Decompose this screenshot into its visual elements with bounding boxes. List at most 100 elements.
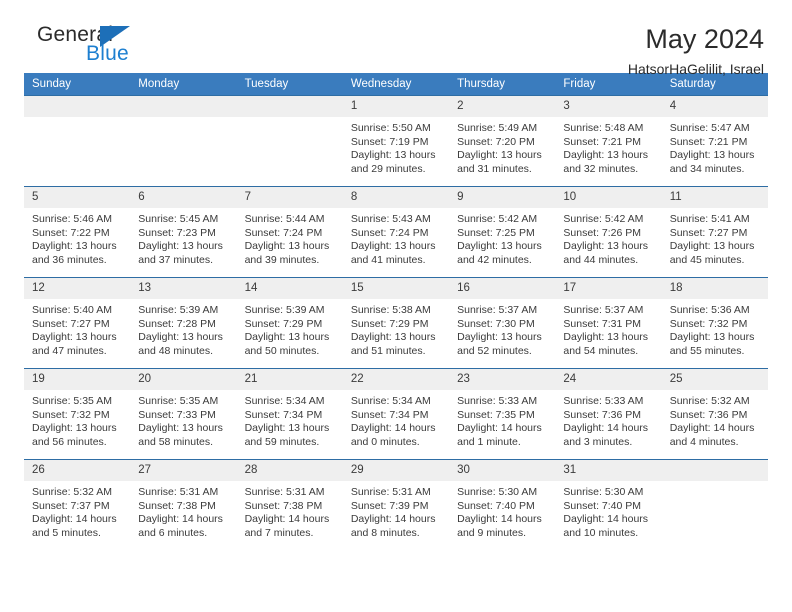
daylight-text: Daylight: 14 hours and 1 minute. [457, 422, 542, 448]
calendar-day-cell[interactable]: 30 Sunrise: 5:30 AM Sunset: 7:40 PM Dayligh… [449, 459, 556, 551]
calendar-day-cell[interactable]: 11 Sunrise: 5:41 AM Sunset: 7:27 PM Dayligh… [661, 186, 768, 278]
calendar-day-cell[interactable]: 17 Sunrise: 5:37 AM Sunset: 7:31 PM Dayligh… [555, 277, 662, 369]
daylight-text: Daylight: 14 hours and 0 minutes. [350, 422, 436, 448]
day-number: 5 [24, 187, 131, 208]
day-details: Sunrise: 5:34 AM Sunset: 7:34 PM Daylight:… [237, 390, 343, 449]
calendar-day-cell-empty [236, 95, 343, 187]
title-block: May 2024 HatsorHaGelilit, Israel [628, 23, 768, 79]
general-blue-logo[interactable]: General Blue [24, 23, 144, 67]
sunset-text: Sunset: 7:19 PM [350, 135, 429, 148]
day-number: 27 [130, 460, 237, 481]
calendar-day-cell[interactable]: 2 Sunrise: 5:49 AM Sunset: 7:20 PM Daylight… [449, 95, 556, 187]
day-number [661, 460, 768, 481]
day-number: 17 [555, 278, 662, 299]
sunrise-text: Sunrise: 5:42 AM [457, 213, 538, 225]
calendar-day-cell[interactable]: 29 Sunrise: 5:31 AM Sunset: 7:39 PM Dayligh… [342, 459, 450, 551]
calendar-day-cell[interactable]: 1 Sunrise: 5:50 AM Sunset: 7:19 PM Daylight… [342, 95, 450, 187]
day-details: Sunrise: 5:50 AM Sunset: 7:19 PM Daylight:… [343, 117, 449, 176]
sunset-text: Sunset: 7:34 PM [350, 408, 429, 421]
calendar-day-cell[interactable]: 10 Sunrise: 5:42 AM Sunset: 7:26 PM Dayligh… [555, 186, 662, 278]
calendar-day-cell[interactable]: 25 Sunrise: 5:32 AM Sunset: 7:36 PM Dayligh… [661, 368, 768, 460]
sunset-text: Sunset: 7:38 PM [138, 499, 216, 512]
sunset-text: Sunset: 7:21 PM [669, 135, 748, 148]
day-details: Sunrise: 5:31 AM Sunset: 7:39 PM Daylight:… [343, 481, 449, 540]
daylight-text: Daylight: 13 hours and 42 minutes. [457, 240, 542, 266]
calendar-week-row: 12 Sunrise: 5:40 AM Sunset: 7:27 PM Dayligh… [24, 277, 768, 369]
sunset-text: Sunset: 7:33 PM [138, 408, 216, 421]
calendar-day-cell[interactable]: 28 Sunrise: 5:31 AM Sunset: 7:38 PM Dayligh… [236, 459, 343, 551]
sunrise-text: Sunrise: 5:43 AM [350, 213, 431, 225]
sunrise-text: Sunrise: 5:33 AM [563, 395, 644, 407]
calendar-day-cell[interactable]: 23 Sunrise: 5:33 AM Sunset: 7:35 PM Dayligh… [449, 368, 556, 460]
sunset-text: Sunset: 7:24 PM [350, 226, 429, 239]
daylight-text: Daylight: 13 hours and 39 minutes. [244, 240, 330, 266]
calendar-day-cell[interactable]: 5 Sunrise: 5:46 AM Sunset: 7:22 PM Daylight… [24, 186, 131, 278]
calendar-day-cell[interactable]: 31 Sunrise: 5:30 AM Sunset: 7:40 PM Dayligh… [555, 459, 662, 551]
day-number: 8 [342, 187, 450, 208]
calendar-day-cell[interactable]: 21 Sunrise: 5:34 AM Sunset: 7:34 PM Dayligh… [236, 368, 343, 460]
day-details: Sunrise: 5:40 AM Sunset: 7:27 PM Daylight:… [24, 299, 130, 358]
day-details: Sunrise: 5:47 AM Sunset: 7:21 PM Daylight:… [662, 117, 768, 176]
day-number: 30 [449, 460, 556, 481]
sunset-text: Sunset: 7:34 PM [244, 408, 323, 421]
weekday-header-monday: Monday [130, 73, 237, 96]
calendar-day-cell[interactable]: 12 Sunrise: 5:40 AM Sunset: 7:27 PM Dayligh… [24, 277, 131, 369]
sunrise-text: Sunrise: 5:35 AM [32, 395, 112, 407]
day-number: 9 [449, 187, 556, 208]
weekday-header-thursday: Thursday [449, 73, 556, 96]
daylight-text: Daylight: 13 hours and 41 minutes. [350, 240, 436, 266]
sunrise-text: Sunrise: 5:38 AM [350, 304, 431, 316]
sunset-text: Sunset: 7:26 PM [563, 226, 642, 239]
calendar-week-row: 26 Sunrise: 5:32 AM Sunset: 7:37 PM Dayligh… [24, 459, 768, 551]
calendar-day-cell[interactable]: 7 Sunrise: 5:44 AM Sunset: 7:24 PM Daylight… [236, 186, 343, 278]
day-number: 15 [342, 278, 450, 299]
calendar-day-cell[interactable]: 19 Sunrise: 5:35 AM Sunset: 7:32 PM Dayligh… [24, 368, 131, 460]
sunrise-text: Sunrise: 5:40 AM [32, 304, 112, 316]
calendar-day-cell[interactable]: 22 Sunrise: 5:34 AM Sunset: 7:34 PM Dayligh… [342, 368, 450, 460]
day-number: 21 [236, 369, 343, 390]
sunset-text: Sunset: 7:22 PM [32, 226, 110, 239]
calendar-day-cell[interactable]: 9 Sunrise: 5:42 AM Sunset: 7:25 PM Daylight… [449, 186, 556, 278]
day-number: 23 [449, 369, 556, 390]
day-number [236, 96, 343, 117]
daylight-text: Daylight: 14 hours and 6 minutes. [138, 513, 223, 539]
sunrise-text: Sunrise: 5:37 AM [457, 304, 538, 316]
calendar-day-cell[interactable]: 16 Sunrise: 5:37 AM Sunset: 7:30 PM Dayligh… [449, 277, 556, 369]
calendar-day-cell[interactable]: 24 Sunrise: 5:33 AM Sunset: 7:36 PM Dayligh… [555, 368, 662, 460]
calendar-day-cell[interactable]: 20 Sunrise: 5:35 AM Sunset: 7:33 PM Dayligh… [130, 368, 237, 460]
calendar-day-cell[interactable]: 6 Sunrise: 5:45 AM Sunset: 7:23 PM Daylight… [130, 186, 237, 278]
calendar-week-row: 19 Sunrise: 5:35 AM Sunset: 7:32 PM Dayligh… [24, 368, 768, 460]
day-details: Sunrise: 5:45 AM Sunset: 7:23 PM Daylight:… [130, 208, 236, 267]
day-details: Sunrise: 5:31 AM Sunset: 7:38 PM Daylight:… [237, 481, 343, 540]
calendar-day-cell[interactable]: 15 Sunrise: 5:38 AM Sunset: 7:29 PM Dayligh… [342, 277, 450, 369]
day-number: 11 [661, 187, 768, 208]
day-number: 31 [555, 460, 662, 481]
sunset-text: Sunset: 7:40 PM [563, 499, 642, 512]
calendar-day-cell[interactable]: 8 Sunrise: 5:43 AM Sunset: 7:24 PM Daylight… [342, 186, 450, 278]
calendar-day-cell[interactable]: 13 Sunrise: 5:39 AM Sunset: 7:28 PM Dayligh… [130, 277, 237, 369]
sunrise-text: Sunrise: 5:37 AM [563, 304, 644, 316]
day-details: Sunrise: 5:33 AM Sunset: 7:35 PM Daylight:… [449, 390, 555, 449]
calendar-day-cell[interactable]: 18 Sunrise: 5:36 AM Sunset: 7:32 PM Dayligh… [661, 277, 768, 369]
calendar-day-cell[interactable]: 3 Sunrise: 5:48 AM Sunset: 7:21 PM Daylight… [555, 95, 662, 187]
sunrise-text: Sunrise: 5:35 AM [138, 395, 219, 407]
sunrise-text: Sunrise: 5:46 AM [32, 213, 112, 225]
daylight-text: Daylight: 13 hours and 55 minutes. [669, 331, 755, 357]
calendar-day-cell[interactable]: 14 Sunrise: 5:39 AM Sunset: 7:29 PM Dayligh… [236, 277, 343, 369]
day-number: 25 [661, 369, 768, 390]
sunset-text: Sunset: 7:21 PM [563, 135, 642, 148]
daylight-text: Daylight: 14 hours and 3 minutes. [563, 422, 649, 448]
daylight-text: Daylight: 13 hours and 29 minutes. [350, 149, 436, 175]
day-details: Sunrise: 5:44 AM Sunset: 7:24 PM Daylight:… [237, 208, 343, 267]
day-number [130, 96, 237, 117]
daylight-text: Daylight: 13 hours and 56 minutes. [32, 422, 117, 448]
calendar-day-cell[interactable]: 27 Sunrise: 5:31 AM Sunset: 7:38 PM Dayligh… [130, 459, 237, 551]
day-details: Sunrise: 5:41 AM Sunset: 7:27 PM Daylight:… [662, 208, 768, 267]
sunset-text: Sunset: 7:32 PM [669, 317, 748, 330]
sunset-text: Sunset: 7:20 PM [457, 135, 535, 148]
day-details: Sunrise: 5:37 AM Sunset: 7:31 PM Daylight:… [555, 299, 661, 358]
page-title: May 2024 [645, 24, 764, 54]
calendar-day-cell[interactable]: 26 Sunrise: 5:32 AM Sunset: 7:37 PM Dayligh… [24, 459, 131, 551]
day-number: 3 [555, 96, 662, 117]
calendar-day-cell[interactable]: 4 Sunrise: 5:47 AM Sunset: 7:21 PM Daylight… [661, 95, 768, 187]
